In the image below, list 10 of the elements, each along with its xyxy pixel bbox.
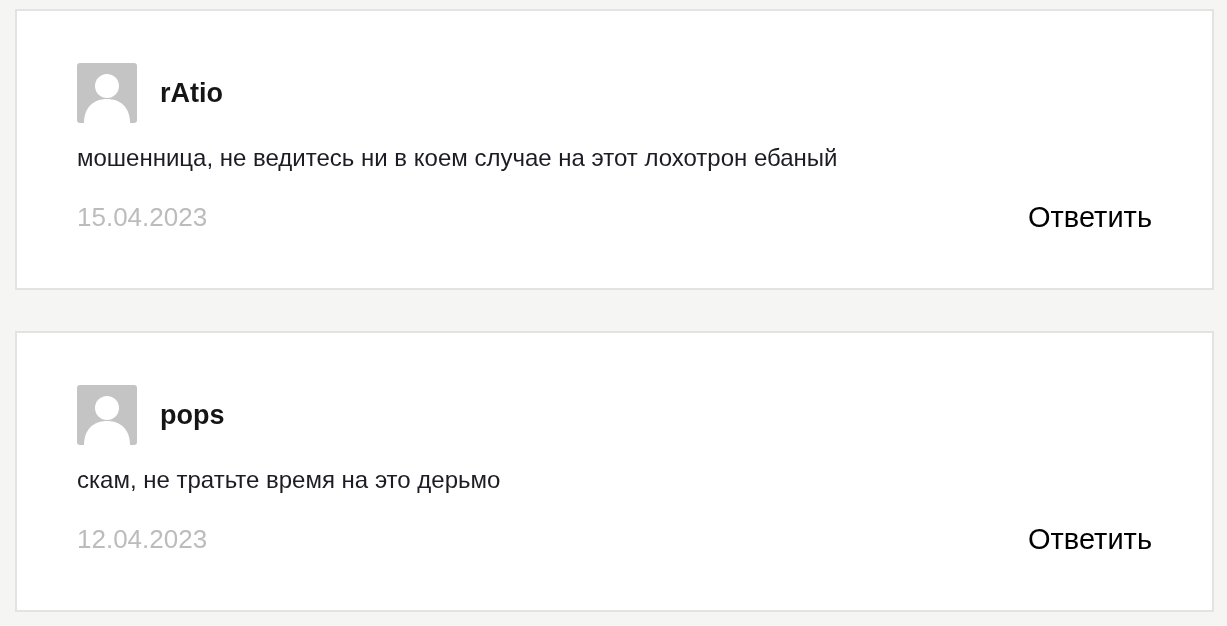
comment-text: мошенница, не ведитесь ни в коем случае на этот лохотрон ебаный: [77, 143, 839, 173]
author-name: rAtio: [160, 77, 223, 110]
avatar-icon: [77, 63, 137, 123]
reply-link[interactable]: Ответить: [1028, 519, 1152, 559]
comment-date: 12.04.2023: [77, 523, 208, 556]
comment-text: скам, не тратьте время на это дерьмо: [77, 465, 502, 495]
reply-link[interactable]: Ответить: [1028, 197, 1152, 237]
avatar-icon: [77, 385, 137, 445]
author-name: pops: [160, 399, 225, 432]
comment-date: 15.04.2023: [77, 201, 208, 234]
